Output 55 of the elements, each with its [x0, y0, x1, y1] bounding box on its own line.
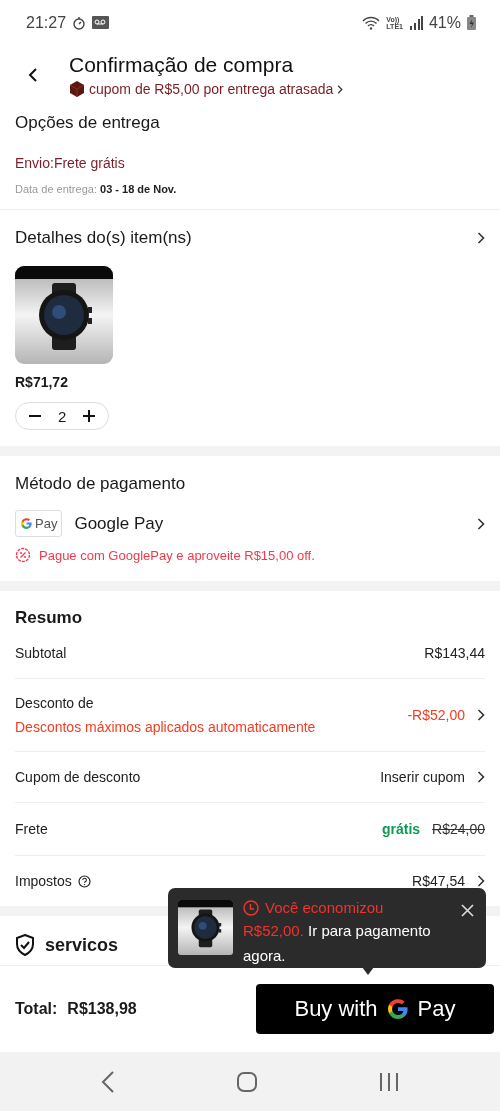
chevron-right-icon — [477, 517, 485, 530]
row-value: -R$52,00 — [407, 707, 465, 723]
toast-title: Você economizou — [265, 898, 384, 918]
plus-icon[interactable] — [82, 409, 97, 423]
payment-method[interactable]: Google Pay — [74, 513, 465, 534]
google-pay-logo: Pay — [15, 510, 63, 537]
voicemail-icon — [92, 16, 110, 29]
total-label: Total: — [15, 1000, 58, 1018]
row-label: Desconto de — [15, 695, 94, 711]
google-g-icon — [20, 517, 33, 530]
section-title: Opções de entrega — [15, 113, 161, 133]
chevron-right-icon — [477, 232, 485, 244]
original-price: R$24,00 — [432, 821, 485, 837]
google-g-icon — [385, 997, 410, 1021]
wifi-icon — [362, 15, 381, 30]
row-value: R$47,54 — [412, 873, 465, 889]
battery-icon — [467, 15, 476, 30]
row-value: grátis — [381, 821, 421, 837]
row-value: R$143,44 — [424, 645, 485, 661]
back-icon[interactable] — [26, 67, 40, 83]
recent-apps-icon[interactable] — [379, 1072, 399, 1091]
row-label: Frete — [15, 821, 48, 837]
section-title: servicos — [45, 934, 119, 956]
delivery-date: Data de entrega: 03 - 18 de Nov. — [15, 183, 178, 195]
buy-with-google-pay-button[interactable]: Buy with Pay — [256, 984, 494, 1034]
product-price: R$71,72 — [15, 374, 69, 390]
help-icon[interactable] — [77, 874, 91, 888]
package-icon — [69, 81, 85, 97]
discount-icon — [15, 547, 31, 563]
total-amount: R$138,98 — [67, 1000, 138, 1018]
shipping-method: Envio:Frete grátis — [15, 155, 126, 171]
section-title: Detalhes do(s) item(ns) — [15, 228, 192, 248]
row-label: Subtotal — [15, 645, 67, 661]
status-time: 21:27 — [26, 13, 67, 32]
quantity-value: 2 — [58, 407, 67, 425]
clock-icon — [243, 900, 259, 916]
row-label: Cupom de desconto — [15, 769, 141, 785]
section-title: Método de pagamento — [15, 474, 187, 494]
home-icon[interactable] — [237, 1071, 257, 1092]
savings-toast[interactable]: Você economizou R$52,00. Ir para pagamento agora. — [168, 888, 486, 968]
toast-pointer — [362, 967, 374, 975]
coupon-link[interactable]: cupom de R$5,00 por entrega atrasada — [89, 81, 334, 97]
battery-percent: 41% — [428, 13, 461, 32]
toast-message: R$52,00. Ir para pagamento agora. — [243, 921, 432, 966]
timer-icon — [72, 15, 87, 30]
chevron-right-icon — [337, 84, 344, 94]
section-title: Resumo — [15, 608, 84, 628]
page-title: Confirmação de compra — [69, 53, 295, 77]
signal-icon — [408, 15, 423, 30]
close-icon[interactable] — [461, 904, 474, 918]
payment-promo: Pague com GooglePay e aproveite R$15,00 off. — [39, 547, 315, 563]
shield-check-icon — [15, 934, 35, 956]
discount-note: Descontos máximos aplicados automaticamente — [15, 719, 317, 735]
row-value: Inserir cupom — [380, 769, 465, 785]
row-label: Impostos — [15, 873, 72, 889]
